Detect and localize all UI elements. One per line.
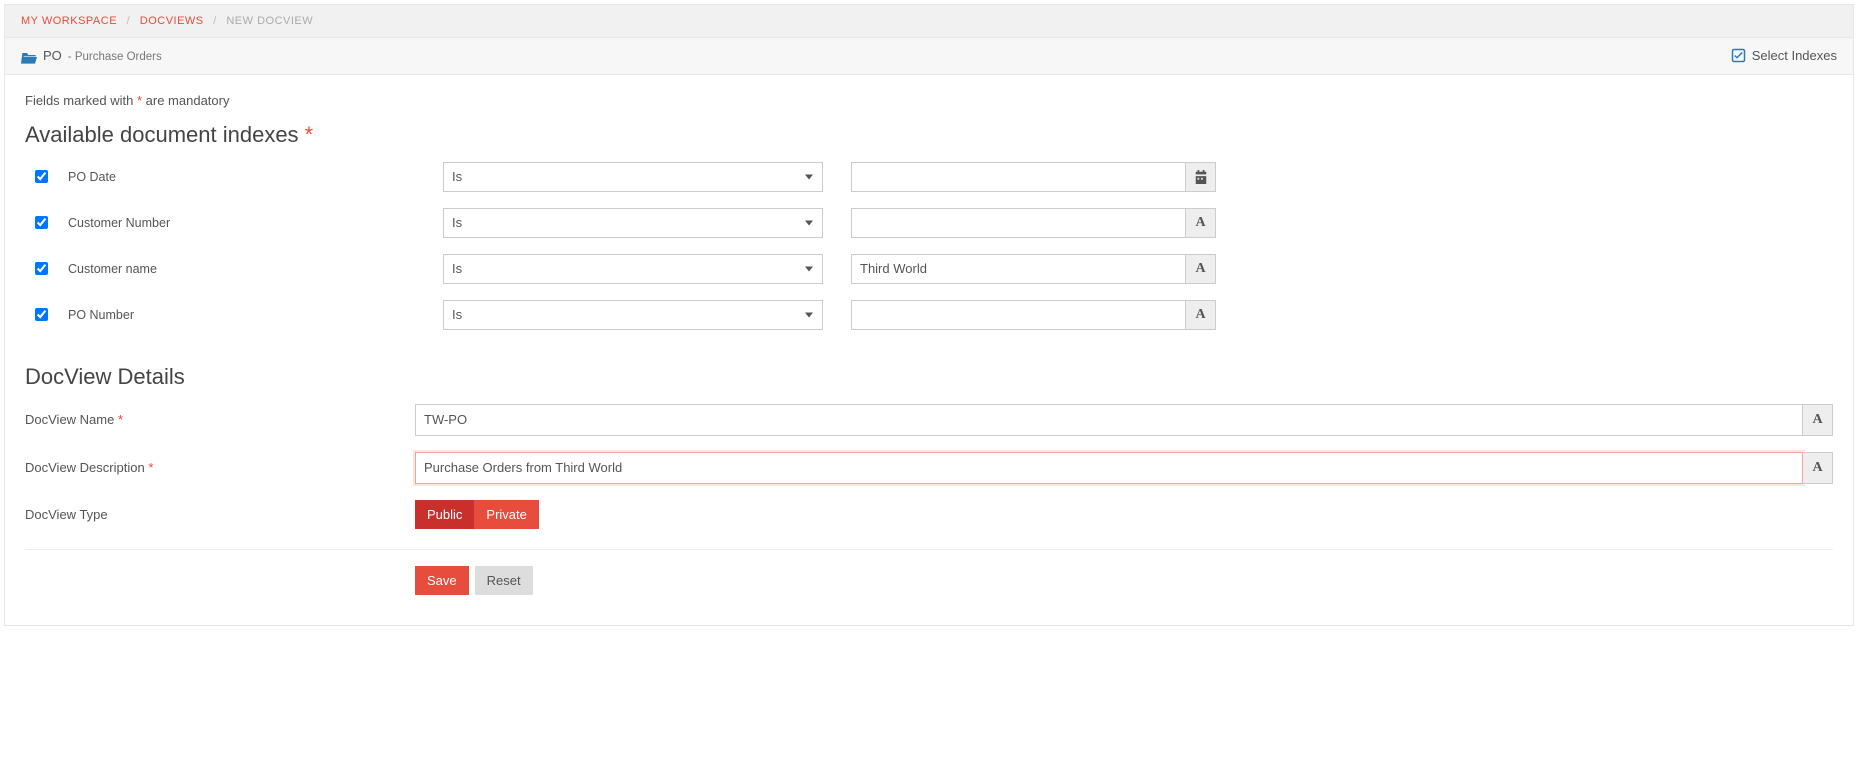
docview-name-label: DocView Name * [25, 412, 415, 427]
breadcrumb-sep: / [127, 15, 131, 27]
index-label: PO Date [68, 170, 116, 184]
index-label: Customer name [68, 262, 157, 276]
indexes-list: PO Date Is Customer Number [25, 162, 1833, 330]
index-row: Customer name Is A [35, 254, 1833, 284]
text-type-icon[interactable]: A [1186, 300, 1216, 330]
docview-description-label: DocView Description * [25, 460, 415, 475]
index-value-input[interactable] [851, 208, 1186, 238]
text-type-icon[interactable]: A [1186, 254, 1216, 284]
text-type-icon[interactable]: A [1186, 208, 1216, 238]
section-title-details: DocView Details [25, 364, 1833, 390]
index-operator-select[interactable]: Is [443, 208, 823, 238]
text-type-icon[interactable]: A [1803, 452, 1833, 484]
index-operator-select[interactable]: Is [443, 254, 823, 284]
index-checkbox-po-number[interactable] [35, 308, 48, 321]
select-indexes-toggle[interactable]: Select Indexes [1731, 48, 1837, 63]
divider [25, 549, 1833, 550]
index-checkbox-customer-number[interactable] [35, 216, 48, 229]
index-checkbox-customer-name[interactable] [35, 262, 48, 275]
folder-desc: - Purchase Orders [68, 51, 162, 63]
index-operator-select[interactable]: Is [443, 300, 823, 330]
breadcrumb-link-workspace[interactable]: MY WORKSPACE [21, 15, 117, 27]
reset-button[interactable]: Reset [475, 566, 533, 595]
index-row: PO Date Is [35, 162, 1833, 192]
docview-type-label: DocView Type [25, 507, 415, 522]
section-title-indexes: Available document indexes * [25, 122, 1833, 148]
index-value-input[interactable] [851, 254, 1186, 284]
docview-description-input[interactable] [415, 452, 1803, 484]
calendar-icon[interactable] [1186, 162, 1216, 192]
index-label: Customer Number [68, 216, 170, 230]
select-indexes-label: Select Indexes [1752, 48, 1837, 63]
breadcrumb-link-docviews[interactable]: DOCVIEWS [140, 15, 204, 27]
index-checkbox-po-date[interactable] [35, 170, 48, 183]
folder-code: PO [43, 48, 62, 63]
index-label: PO Number [68, 308, 134, 322]
breadcrumb: MY WORKSPACE / DOCVIEWS / NEW DOCVIEW [5, 5, 1853, 38]
index-operator-select[interactable]: Is [443, 162, 823, 192]
index-row: Customer Number Is A [35, 208, 1833, 238]
docview-name-input[interactable] [415, 404, 1803, 436]
folder-open-icon [21, 48, 37, 64]
index-row: PO Number Is A [35, 300, 1833, 330]
breadcrumb-current: NEW DOCVIEW [226, 15, 313, 27]
mandatory-hint: Fields marked with * are mandatory [25, 93, 1833, 108]
breadcrumb-sep: / [213, 15, 217, 27]
text-type-icon[interactable]: A [1803, 404, 1833, 436]
save-button[interactable]: Save [415, 566, 469, 595]
panel-header: PO - Purchase Orders Select Indexes [5, 38, 1853, 75]
docview-type-private[interactable]: Private [474, 500, 538, 529]
index-value-input[interactable] [851, 300, 1186, 330]
docview-type-toggle: Public Private [415, 500, 539, 529]
docview-type-public[interactable]: Public [415, 500, 474, 529]
index-value-input[interactable] [851, 162, 1186, 192]
